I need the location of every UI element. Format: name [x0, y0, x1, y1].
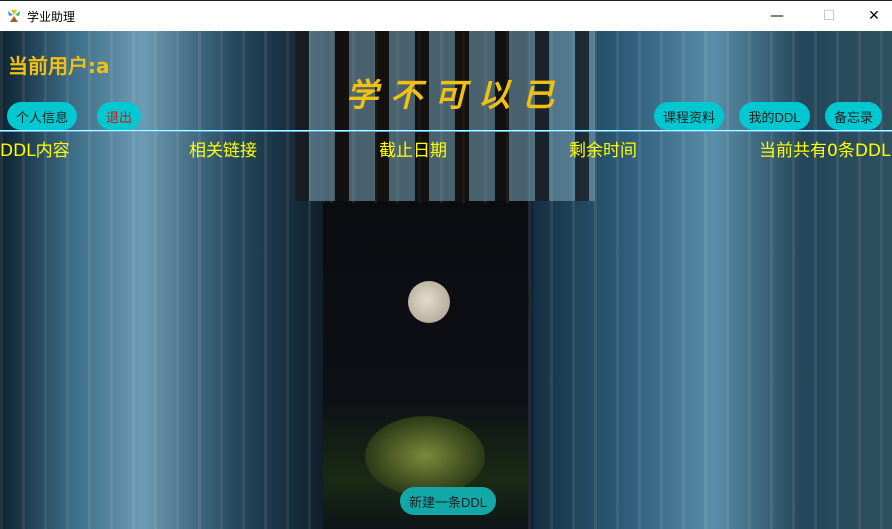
maximize-button[interactable]: ☐	[806, 1, 852, 31]
new-ddl-button[interactable]: 新建一条DDL	[400, 487, 496, 515]
title-bar: 学业助理 — ☐ ✕	[0, 0, 892, 31]
current-user-label: 当前用户:a	[8, 54, 110, 78]
memo-button[interactable]: 备忘录	[825, 102, 882, 130]
divider	[0, 130, 892, 132]
column-header-deadline: 截止日期	[379, 141, 447, 161]
my-ddl-button[interactable]: 我的DDL	[739, 102, 810, 130]
close-button[interactable]: ✕	[851, 1, 892, 31]
minimize-button[interactable]: —	[754, 1, 800, 31]
column-header-remaining: 剩余时间	[569, 141, 637, 161]
column-header-link: 相关链接	[189, 141, 257, 161]
moon-image	[408, 281, 450, 323]
logout-button[interactable]: 退出	[97, 102, 141, 130]
app-logo-icon	[8, 10, 20, 22]
course-materials-button[interactable]: 课程资料	[654, 102, 724, 130]
tree-image	[365, 416, 485, 496]
window-title: 学业助理	[27, 10, 76, 24]
ddl-count: 当前共有0条DDL	[759, 141, 891, 161]
motto-logo: 学不可以已	[346, 76, 567, 114]
column-header-content: DDL内容	[0, 141, 70, 161]
profile-button[interactable]: 个人信息	[7, 102, 77, 130]
building-windows	[295, 31, 595, 201]
